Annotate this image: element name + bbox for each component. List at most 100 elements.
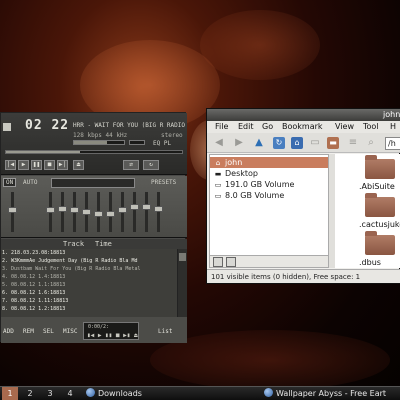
eq-preamp-slider[interactable] xyxy=(8,192,17,232)
shuffle-button[interactable]: ⇄ xyxy=(123,160,139,170)
eq-pl-toggles[interactable]: EQ PL xyxy=(153,140,171,147)
playlist-item[interactable]: 5. 08.08.12 1.1:18813 xyxy=(1,281,177,289)
places-sidebar: ⌂ john ▬ Desktop ▭ 191.0 GB Volume ▭ 8.0 GB … xyxy=(209,154,329,268)
eq-band-slider[interactable] xyxy=(82,192,91,232)
task-downloads[interactable]: Downloads xyxy=(86,387,256,400)
eq-band-slider[interactable] xyxy=(94,192,103,232)
workspace-1[interactable]: 1 xyxy=(2,387,18,400)
menu-help[interactable]: H xyxy=(390,121,396,133)
elapsed-time[interactable]: 02 22 xyxy=(25,118,69,133)
drive-icon: ▭ xyxy=(214,192,222,200)
back-icon[interactable]: ◀ xyxy=(213,137,225,149)
eq-slider-thumb[interactable] xyxy=(82,209,91,215)
eq-slider-thumb[interactable] xyxy=(106,210,115,217)
playlist-panel: Track Time 1. 218.03.23.08:18813 2. W3Km… xyxy=(1,239,187,343)
sidebar-item-label: 8.0 GB Volume xyxy=(225,191,285,200)
file-item[interactable]: .dbus xyxy=(335,231,400,270)
select-button[interactable]: SEL xyxy=(43,328,54,335)
eq-slider-thumb[interactable] xyxy=(8,207,17,214)
eq-slider-thumb[interactable] xyxy=(70,207,79,214)
scrollbar-thumb[interactable] xyxy=(179,253,186,261)
search-icon[interactable]: ⌕ xyxy=(365,137,377,149)
playlist-list: 1. 218.03.23.08:18813 2. W3KmmmAe Judgem… xyxy=(1,249,177,317)
menu-go[interactable]: Go xyxy=(262,121,273,133)
sidebar-item-volume-8[interactable]: ▭ 8.0 GB Volume xyxy=(210,190,328,201)
eq-slider-thumb[interactable] xyxy=(142,203,151,210)
menu-edit[interactable]: Edit xyxy=(238,121,254,133)
eq-slider-thumb[interactable] xyxy=(118,207,127,214)
menu-file[interactable]: File xyxy=(215,121,228,133)
eq-band-slider[interactable] xyxy=(106,192,115,232)
play-button[interactable]: ▶ xyxy=(18,160,29,170)
playlist-item[interactable]: 6. 08.08.12 1.6:18813 xyxy=(1,289,177,297)
eq-band-slider[interactable] xyxy=(58,192,67,232)
workspace-4[interactable]: 4 xyxy=(62,387,78,400)
menu-tool[interactable]: Tool xyxy=(363,121,379,133)
eq-band-slider[interactable] xyxy=(154,192,163,232)
add-button[interactable]: ADD xyxy=(3,328,14,335)
eq-band-slider[interactable] xyxy=(130,192,139,232)
playlist-item[interactable]: 4. 08.08.12 1.4:18813 xyxy=(1,273,177,281)
remove-button[interactable]: REM xyxy=(23,328,34,335)
sidebar-item-label: john xyxy=(225,158,243,167)
file-item[interactable]: .AbiSuite xyxy=(335,155,400,194)
eq-on-button[interactable]: ON xyxy=(3,178,17,187)
eq-band-slider[interactable] xyxy=(142,192,151,232)
list-button[interactable]: List xyxy=(158,328,172,335)
location-bar[interactable]: /h xyxy=(385,137,400,150)
home-icon[interactable]: ⌂ xyxy=(291,137,303,149)
forward-icon[interactable]: ▶ xyxy=(233,137,245,149)
task-label: Wallpaper Abyss - Free Eart xyxy=(276,389,387,398)
up-icon[interactable]: ▲ xyxy=(253,137,265,149)
menu-bookmark[interactable]: Bookmark xyxy=(282,121,323,133)
playlist-item[interactable]: 7. 08.08.12 1.11:18813 xyxy=(1,297,177,305)
playlist-item[interactable]: 2. W3KmmmAe Judgement Day (Big R Radio B… xyxy=(1,257,177,265)
eq-band-slider[interactable] xyxy=(70,192,79,232)
playlist-scrollbar[interactable] xyxy=(177,249,187,317)
reload-icon[interactable]: ↻ xyxy=(273,137,285,149)
eq-presets-button[interactable]: PRESETS xyxy=(151,179,176,186)
eq-slider-thumb[interactable] xyxy=(154,205,163,212)
sidebar-item-home[interactable]: ⌂ john xyxy=(210,157,328,168)
places-toggle-icon[interactable] xyxy=(213,257,223,267)
playlist-item[interactable]: 1. 218.03.23.08:18813 xyxy=(1,249,177,257)
playlist-item[interactable]: 3. Dustbam Wait For You (Big R Radio Bla… xyxy=(1,265,177,273)
playlist-item[interactable]: 8. 08.08.12 1.2:18813 xyxy=(1,305,177,313)
workspace-2[interactable]: 2 xyxy=(22,387,38,400)
eq-slider-thumb[interactable] xyxy=(58,205,67,212)
mini-controls[interactable]: ▮◀ ▶ ▮▮ ■ ▶▮ ⏏ xyxy=(87,332,138,339)
new-folder-icon[interactable]: ▬ xyxy=(327,137,339,149)
previous-button[interactable]: |◀ xyxy=(5,160,16,170)
pause-button[interactable]: ❚❚ xyxy=(31,160,42,170)
eq-slider-thumb[interactable] xyxy=(46,207,55,214)
task-wallpaper-abyss[interactable]: Wallpaper Abyss - Free Eart xyxy=(264,387,400,400)
window-titlebar[interactable]: john xyxy=(207,109,400,121)
eq-slider-thumb[interactable] xyxy=(94,210,103,217)
bitrate-value: 128 xyxy=(73,132,84,139)
computer-icon[interactable]: ▭ xyxy=(309,137,321,149)
stop-button[interactable]: ■ xyxy=(44,160,55,170)
eq-band-slider[interactable] xyxy=(46,192,55,232)
sidebar-item-desktop[interactable]: ▬ Desktop xyxy=(210,168,328,179)
eq-slider-thumb[interactable] xyxy=(130,203,139,210)
file-manager-window: john File Edit Go Bookmark View Tool H ◀… xyxy=(206,108,400,284)
next-button[interactable]: ▶| xyxy=(57,160,68,170)
eq-band-slider[interactable] xyxy=(118,192,127,232)
file-item[interactable]: .cactusjukebo xyxy=(335,193,400,232)
workspace-3[interactable]: 3 xyxy=(42,387,58,400)
eq-auto-button[interactable]: AUTO xyxy=(23,179,37,186)
misc-button[interactable]: MISC xyxy=(63,328,77,335)
volume-slider[interactable] xyxy=(73,140,125,145)
track-column-header[interactable]: Track xyxy=(63,239,84,249)
sidebar-item-volume-191[interactable]: ▭ 191.0 GB Volume xyxy=(210,179,328,190)
file-name: .AbiSuite xyxy=(359,182,395,191)
tree-toggle-icon[interactable] xyxy=(226,257,236,267)
menu-view[interactable]: View xyxy=(335,121,354,133)
view-mode-icon[interactable]: ≡ xyxy=(347,137,359,149)
eject-button[interactable]: ⏏ xyxy=(73,160,84,170)
repeat-button[interactable]: ↻ xyxy=(143,160,159,170)
seek-bar[interactable] xyxy=(5,150,183,154)
balance-slider[interactable] xyxy=(129,140,145,145)
time-column-header[interactable]: Time xyxy=(95,239,112,249)
bitrate-info: 128 kbps 44 kHz xyxy=(73,132,127,139)
